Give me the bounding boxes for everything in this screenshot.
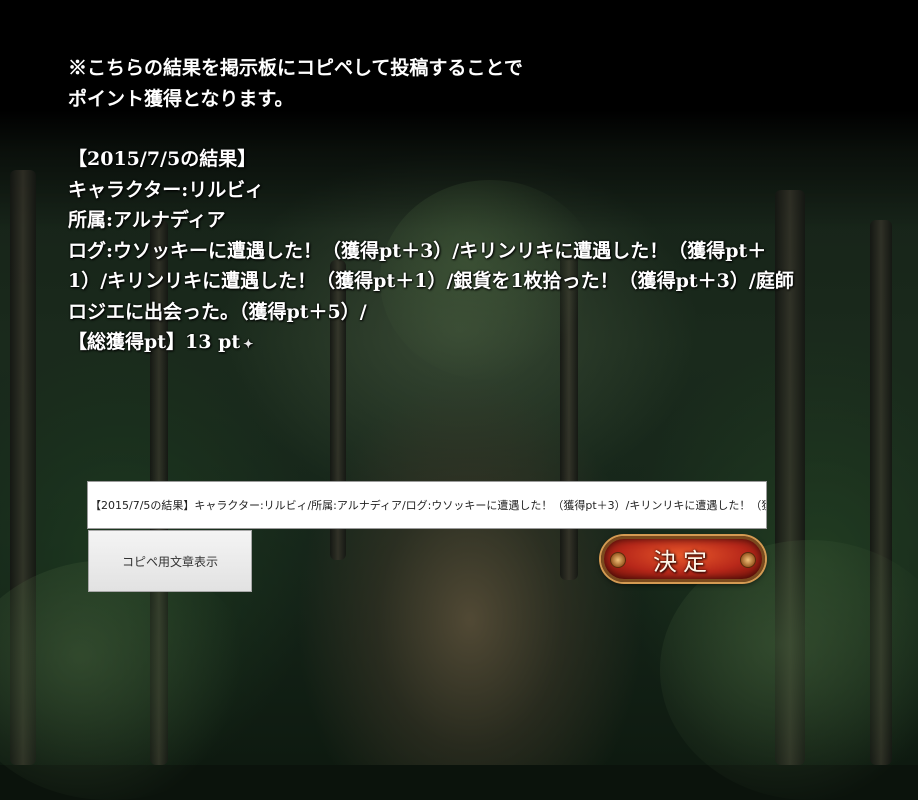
result-date-heading: 【2015/7/5の結果】 [68,148,257,170]
decide-button[interactable]: 決定 [601,536,765,582]
result-total: 【総獲得pt】13 pt ✦ [68,327,868,360]
ornament-icon [610,552,626,568]
ornament-icon [740,552,756,568]
result-log-line: 1）/キリンリキに遭遇した！（獲得pt＋1）/銀貨を1枚拾った！（獲得pt＋3）… [68,270,794,292]
notice-line: ※こちらの結果を掲示板にコピペして投稿することで [68,57,523,79]
result-total-text: 【総獲得pt】13 pt [68,331,241,353]
decide-button-label: 決定 [653,547,713,576]
result-log-line: ロジエに出会った。（獲得pt＋5）/ [68,300,367,323]
notice-line: ポイント獲得となります。 [68,87,294,110]
result-character: キャラクター:リルビィ [68,178,264,201]
result-text-block: ※こちらの結果を掲示板にコピペして投稿することで ポイント獲得となります。 【2… [68,53,868,360]
copy-text-field[interactable]: 【2015/7/5の結果】キャラクター:リルビィ/所属:アルナディア/ログ:ウソ… [87,481,767,529]
result-log-line: ログ:ウソッキーに遭遇した！（獲得pt＋3）/キリンリキに遭遇した！（獲得pt＋ [68,239,767,262]
result-affiliation: 所属:アルナディア [68,209,226,231]
foliage [0,560,260,800]
copy-text-button[interactable]: コピペ用文章表示 [88,530,252,592]
sparkle-icon: ✦ [243,337,254,351]
